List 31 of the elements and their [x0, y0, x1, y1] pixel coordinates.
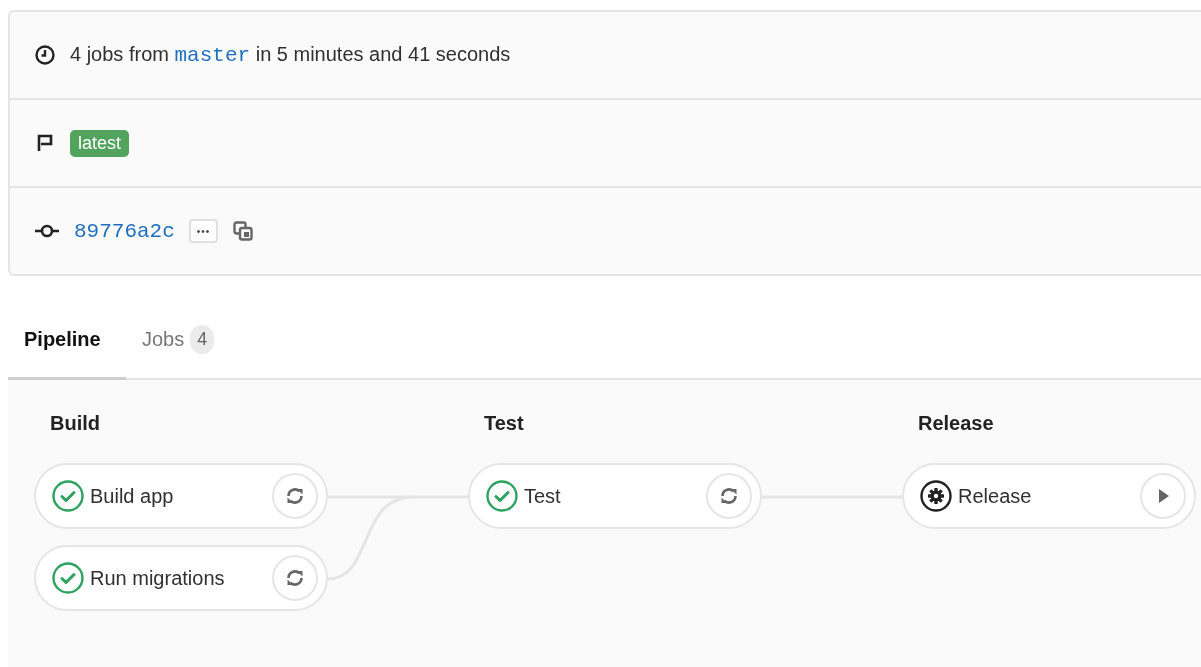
job-pill[interactable]: Test — [468, 463, 762, 529]
latest-badge: latest — [70, 129, 130, 157]
retry-icon — [284, 567, 306, 589]
job-name: Release — [958, 484, 1033, 508]
more-button[interactable]: ••• — [188, 219, 219, 243]
copy-icon[interactable] — [232, 220, 255, 242]
jobs-count-badge: 4 — [190, 325, 215, 354]
retry-icon — [284, 485, 306, 507]
job-name: Test — [524, 484, 562, 508]
stage-title: Build — [49, 412, 101, 435]
jobs-tab[interactable]: Jobs 4 — [126, 302, 231, 380]
retry-button[interactable] — [272, 555, 318, 601]
commit-sha-link[interactable]: 89776a2c — [74, 219, 175, 243]
branch-link[interactable]: master — [174, 44, 251, 67]
job-pill[interactable]: Release — [902, 463, 1196, 529]
play-button[interactable] — [1140, 473, 1186, 519]
retry-icon — [718, 485, 740, 507]
retry-button[interactable] — [706, 473, 752, 519]
job-name: Run migrations — [90, 566, 226, 590]
job-name: Build app — [90, 484, 175, 508]
gear-icon — [920, 480, 952, 512]
success-check-icon — [52, 480, 84, 512]
job-pill[interactable]: Build app — [34, 463, 328, 529]
retry-button[interactable] — [272, 473, 318, 519]
success-check-icon — [486, 480, 518, 512]
success-check-icon — [52, 562, 84, 594]
clock-icon — [34, 44, 56, 66]
stage-title: Release — [917, 412, 995, 435]
duration-text: 4 jobs from master in 5 minutes and 41 seconds — [70, 43, 511, 67]
stage-title: Test — [483, 412, 525, 435]
job-pill[interactable]: Run migrations — [34, 545, 328, 611]
